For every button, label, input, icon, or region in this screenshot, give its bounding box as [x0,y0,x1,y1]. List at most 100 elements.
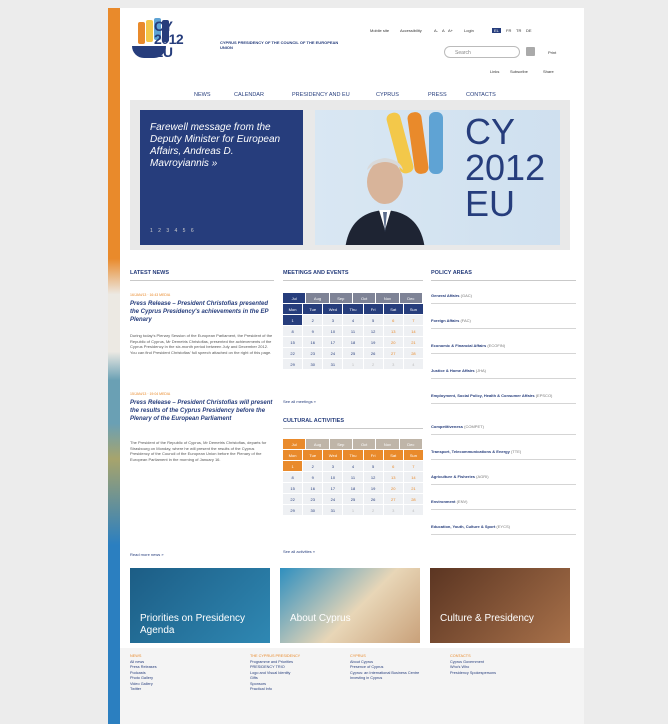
news-title[interactable]: Press Release – President Christofias wi… [130,399,274,423]
lang-tr[interactable]: TR [516,28,521,33]
nav-calendar[interactable]: CALENDAR [234,92,264,98]
footer-link[interactable]: Investing in Cyprus [350,676,382,680]
calendar-day[interactable]: 1 [283,461,303,471]
news-title[interactable]: Press Release – President Christofias pr… [130,300,274,324]
footer-link[interactable]: Photo Gallery [130,676,153,680]
calendar-day[interactable]: 8 [283,472,303,482]
calendar-day[interactable]: 4 [343,461,363,471]
month-tab[interactable]: Sep [329,293,352,303]
calendar-day[interactable]: 26 [363,494,383,504]
footer-link[interactable]: Gifts [250,676,258,680]
footer-link[interactable]: About Cyprus [350,660,373,664]
calendar-day[interactable]: 13 [383,472,403,482]
calendar-day[interactable]: 25 [343,494,363,504]
calendar-day[interactable]: 21 [403,337,423,347]
calendar-day[interactable]: 6 [383,461,403,471]
lang-fr[interactable]: FR [506,28,511,33]
calendar-day[interactable]: 24 [323,494,343,504]
policy-item[interactable]: Education, Youth, Culture & Sport (EYCS) [431,524,576,535]
calendar-day[interactable]: 13 [383,326,403,336]
calendar-day[interactable]: 3 [323,315,343,325]
policy-item[interactable]: Employment, Social Policy, Health & Cons… [431,393,576,404]
calendar-day[interactable]: 2 [363,505,383,515]
calendar-day[interactable]: 28 [403,494,423,504]
calendar-day[interactable]: 17 [323,483,343,493]
nav-presidency[interactable]: PRESIDENCY AND EU [292,92,350,98]
month-tab[interactable]: Jul [283,439,306,449]
policy-item[interactable]: Economic & Financial Affairs (ECOFIN) [431,343,576,354]
footer-link[interactable]: Podcasts [130,671,146,675]
calendar-day[interactable]: 29 [283,359,303,369]
footer-link[interactable]: Cyprus: an International Business Centre [350,671,419,675]
month-tab[interactable]: Oct [352,439,376,449]
calendar-day[interactable]: 3 [323,461,343,471]
calendar-day[interactable]: 1 [343,505,363,515]
calendar-day[interactable]: 18 [343,483,363,493]
see-all-activities-link[interactable]: See all activities » [283,549,315,554]
calendar-day[interactable]: 12 [363,326,383,336]
policy-item[interactable]: Environment (ENV) [431,499,576,510]
footer-column-title[interactable]: CYPRUS [350,654,366,658]
calendar-day[interactable]: 27 [383,348,403,358]
footer-link[interactable]: Sponsors [250,682,266,686]
util-login[interactable]: Login [464,28,474,33]
calendar-day[interactable]: 16 [303,337,323,347]
calendar-day[interactable]: 4 [403,359,423,369]
calendar-day[interactable]: 8 [283,326,303,336]
calendar-day[interactable]: 2 [303,315,323,325]
calendar-day[interactable]: 20 [383,483,403,493]
hero-title[interactable]: Farewell message from the Deputy Ministe… [150,122,290,170]
calendar-day[interactable]: 5 [363,461,383,471]
calendar-day[interactable]: 12 [363,472,383,482]
calendar-day[interactable]: 31 [323,505,343,515]
calendar-day[interactable]: 3 [383,505,403,515]
footer-link[interactable]: Logo and Visual Identity [250,671,290,675]
calendar-day[interactable]: 4 [343,315,363,325]
tile-priorities[interactable]: Priorities on Presidency Agenda [130,568,270,643]
calendar-day[interactable]: 19 [363,337,383,347]
calendar-day[interactable]: 31 [323,359,343,369]
calendar-day[interactable]: 3 [383,359,403,369]
search-input[interactable]: Search [444,46,520,58]
calendar-day[interactable]: 18 [343,337,363,347]
calendar-day[interactable]: 1 [283,315,303,325]
tile-about-cyprus[interactable]: About Cyprus [280,568,420,643]
calendar-day[interactable]: 20 [383,337,403,347]
util-font-normal[interactable]: A [442,28,445,33]
month-tab[interactable]: Aug [306,293,329,303]
calendar-day[interactable]: 16 [303,483,323,493]
calendar-day[interactable]: 10 [323,472,343,482]
calendar-day[interactable]: 7 [403,461,423,471]
util-mobile[interactable]: Mobile site [370,28,389,33]
print-link[interactable]: Print [548,50,556,55]
footer-link[interactable]: All news [130,660,144,664]
calendar-day[interactable]: 7 [403,315,423,325]
calendar-day[interactable]: 24 [323,348,343,358]
calendar-day[interactable]: 11 [343,472,363,482]
share-link[interactable]: Share [543,69,554,74]
calendar-day[interactable]: 1 [343,359,363,369]
footer-link[interactable]: Practical Info [250,687,272,691]
lang-el[interactable]: EL [492,28,501,33]
calendar-day[interactable]: 27 [383,494,403,504]
calendar-day[interactable]: 30 [303,505,323,515]
util-accessibility[interactable]: Accessibility [400,28,422,33]
month-tab[interactable]: Dec [399,439,422,449]
footer-link[interactable]: Presence of Cyprus [350,665,383,669]
calendar-day[interactable]: 23 [303,494,323,504]
util-font-small[interactable]: A- [434,28,438,33]
util-font-large[interactable]: A+ [448,28,453,33]
calendar-day[interactable]: 23 [303,348,323,358]
footer-link[interactable]: PRESIDENCY TRIO [250,665,285,669]
month-tab[interactable]: Oct [352,293,376,303]
footer-link[interactable]: Presidency Spokespersons [450,671,496,675]
search-icon[interactable] [526,47,535,56]
calendar-day[interactable]: 14 [403,472,423,482]
nav-press[interactable]: PRESS [428,92,447,98]
calendar-day[interactable]: 19 [363,483,383,493]
month-tab[interactable]: Nov [376,439,399,449]
calendar-day[interactable]: 15 [283,337,303,347]
nav-contacts[interactable]: CONTACTS [466,92,496,98]
calendar-day[interactable]: 15 [283,483,303,493]
calendar-day[interactable]: 4 [403,505,423,515]
